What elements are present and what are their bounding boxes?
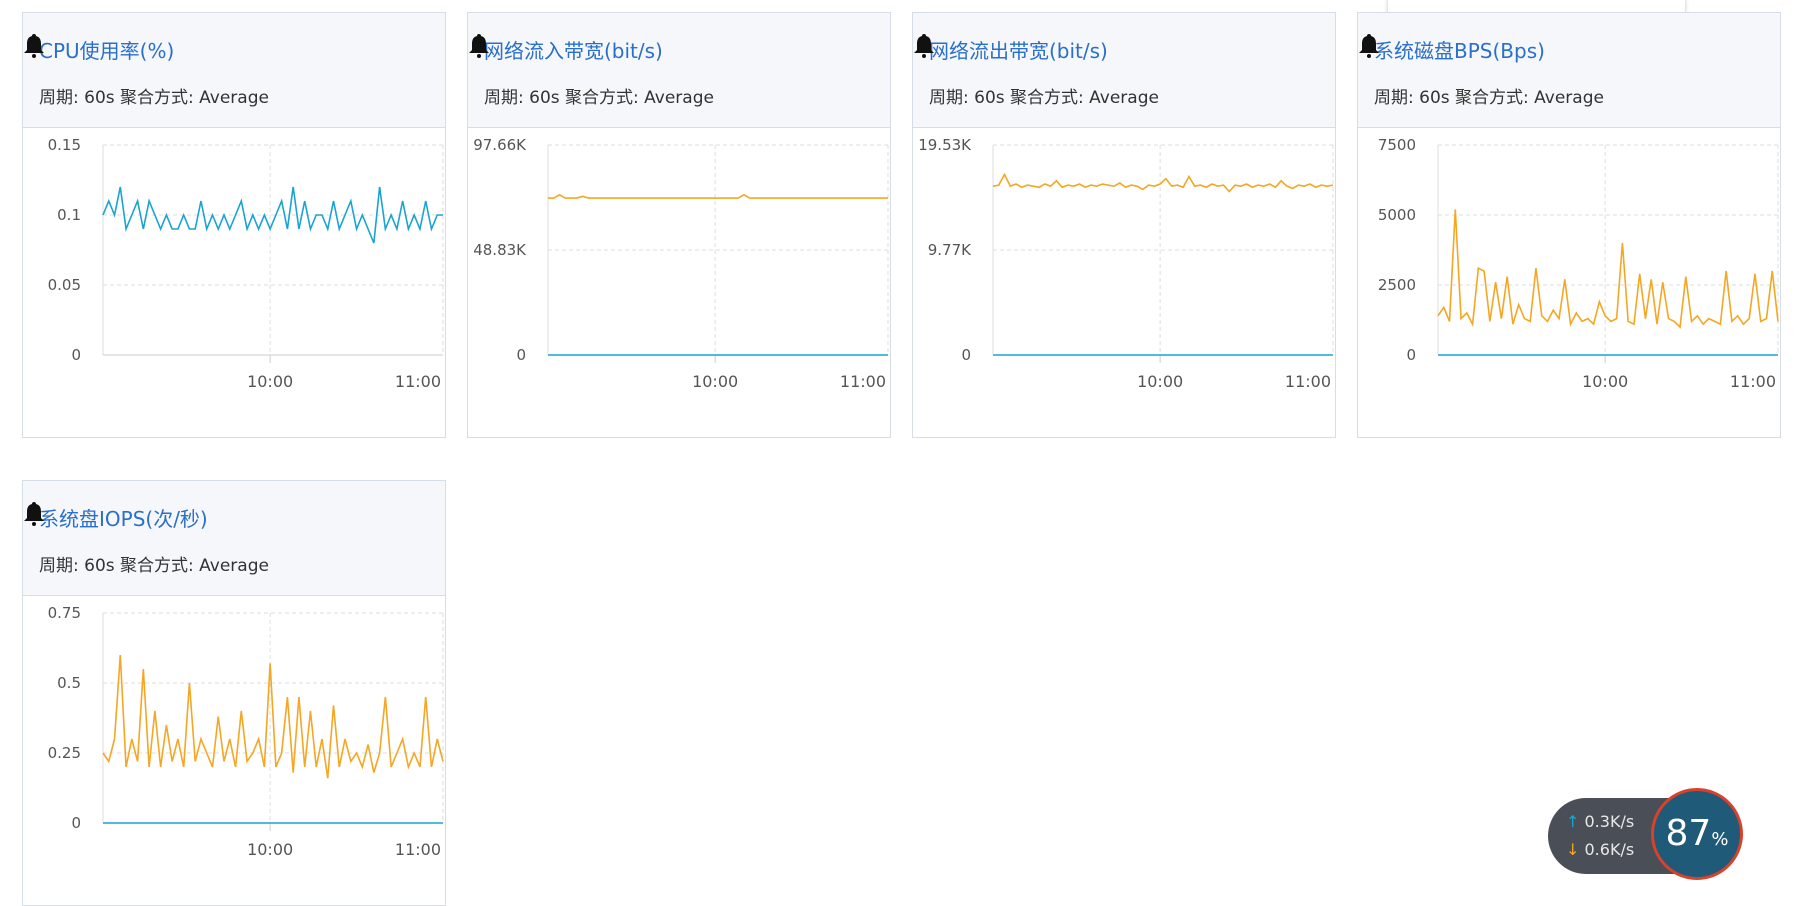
x-tick-label: 11:00 [395, 372, 441, 391]
y-tick-label: 0 [961, 346, 971, 364]
y-tick-label: 0 [516, 346, 526, 364]
y-tick-label: 7500 [1378, 136, 1416, 154]
line-chart: 0 48.83K 97.66K 10:00 11:00 [473, 136, 889, 391]
x-tick-label: 11:00 [1730, 372, 1776, 391]
line-chart: 0 0.05 0.1 0.15 10:00 11:00 [48, 136, 444, 391]
card-title[interactable]: 系统磁盘BPS(Bps) [1374, 35, 1545, 64]
x-tick-label: 11:00 [1285, 372, 1331, 391]
line-chart: 0 0.25 0.5 0.75 10:00 11:00 [48, 604, 444, 859]
card-title[interactable]: 网络流出带宽(bit/s) [929, 35, 1108, 64]
bell-icon[interactable] [23, 501, 45, 527]
bell-icon[interactable] [23, 33, 45, 59]
percent-sign: % [1711, 829, 1729, 850]
metric-card: 网络流出带宽(bit/s) 周期: 60s 聚合方式: Average 0 9.77… [912, 12, 1336, 438]
line-chart: 0 9.77K 19.53K 10:00 11:00 [918, 136, 1334, 391]
x-tick-label: 11:00 [395, 840, 441, 859]
series-line [102, 654, 444, 779]
card-header: CPU使用率(%) 周期: 60s 聚合方式: Average [23, 13, 445, 128]
series-line [992, 172, 1334, 193]
x-tick-label: 11:00 [840, 372, 886, 391]
y-tick-label: 0 [1406, 346, 1416, 364]
y-tick-label: 0.5 [57, 674, 81, 692]
memory-usage-circle[interactable]: 87% [1651, 788, 1743, 880]
y-tick-label: 0.15 [48, 136, 81, 154]
x-tick-label: 10:00 [1582, 372, 1628, 391]
x-tick-label: 10:00 [247, 372, 293, 391]
usage-percent: 87 [1665, 813, 1712, 854]
card-header: 系统盘IOPS(次/秒) 周期: 60s 聚合方式: Average [23, 481, 445, 596]
y-tick-label: 0.05 [48, 276, 81, 294]
card-title[interactable]: 网络流入带宽(bit/s) [484, 35, 663, 64]
metric-card: 系统盘IOPS(次/秒) 周期: 60s 聚合方式: Average 0 0.25 0… [22, 480, 446, 906]
y-tick-label: 0 [71, 346, 81, 364]
metric-card: CPU使用率(%) 周期: 60s 聚合方式: Average 0 0.05 0.1 0… [22, 12, 446, 438]
card-title[interactable]: CPU使用率(%) [39, 35, 174, 64]
card-title[interactable]: 系统盘IOPS(次/秒) [39, 503, 208, 532]
download-rate: 0.6K/s [1584, 840, 1635, 859]
series-line [1437, 209, 1779, 329]
y-tick-label: 0 [71, 814, 81, 832]
bell-icon[interactable] [1358, 33, 1380, 59]
card-meta: 周期: 60s 聚合方式: Average [929, 88, 1159, 108]
x-tick-label: 10:00 [247, 840, 293, 859]
card-meta: 周期: 60s 聚合方式: Average [39, 556, 269, 576]
card-header: 网络流入带宽(bit/s) 周期: 60s 聚合方式: Average [468, 13, 890, 128]
x-tick-label: 10:00 [692, 372, 738, 391]
card-meta: 周期: 60s 聚合方式: Average [39, 88, 269, 108]
y-tick-label: 5000 [1378, 206, 1416, 224]
y-tick-label: 2500 [1378, 276, 1416, 294]
y-tick-label: 9.77K [928, 241, 972, 259]
bell-icon[interactable] [913, 33, 935, 59]
y-tick-label: 0.75 [48, 604, 81, 622]
y-tick-label: 19.53K [918, 136, 972, 154]
series-line [548, 193, 888, 199]
metric-card: 网络流入带宽(bit/s) 周期: 60s 聚合方式: Average 0 48.8… [467, 12, 891, 438]
download-arrow-icon: ↓ [1566, 840, 1580, 859]
card-meta: 周期: 60s 聚合方式: Average [1374, 88, 1604, 108]
y-tick-label: 0.25 [48, 744, 81, 762]
upload-rate: 0.3K/s [1584, 812, 1635, 831]
card-header: 网络流出带宽(bit/s) 周期: 60s 聚合方式: Average [913, 13, 1335, 128]
y-tick-label: 48.83K [473, 241, 527, 259]
upload-arrow-icon: ↑ [1566, 812, 1580, 831]
y-tick-label: 0.1 [57, 206, 81, 224]
card-header: 系统磁盘BPS(Bps) 周期: 60s 聚合方式: Average [1358, 13, 1780, 128]
card-meta: 周期: 60s 聚合方式: Average [484, 88, 714, 108]
metric-card: 系统磁盘BPS(Bps) 周期: 60s 聚合方式: Average 0 2500 5… [1357, 12, 1781, 438]
line-chart: 0 2500 5000 7500 10:00 11:00 [1378, 136, 1779, 391]
bell-icon[interactable] [468, 33, 490, 59]
x-tick-label: 10:00 [1137, 372, 1183, 391]
y-tick-label: 97.66K [473, 136, 527, 154]
network-speed-widget[interactable]: ↑ 0.3K/s ↓ 0.6K/s 87% [1548, 788, 1748, 880]
